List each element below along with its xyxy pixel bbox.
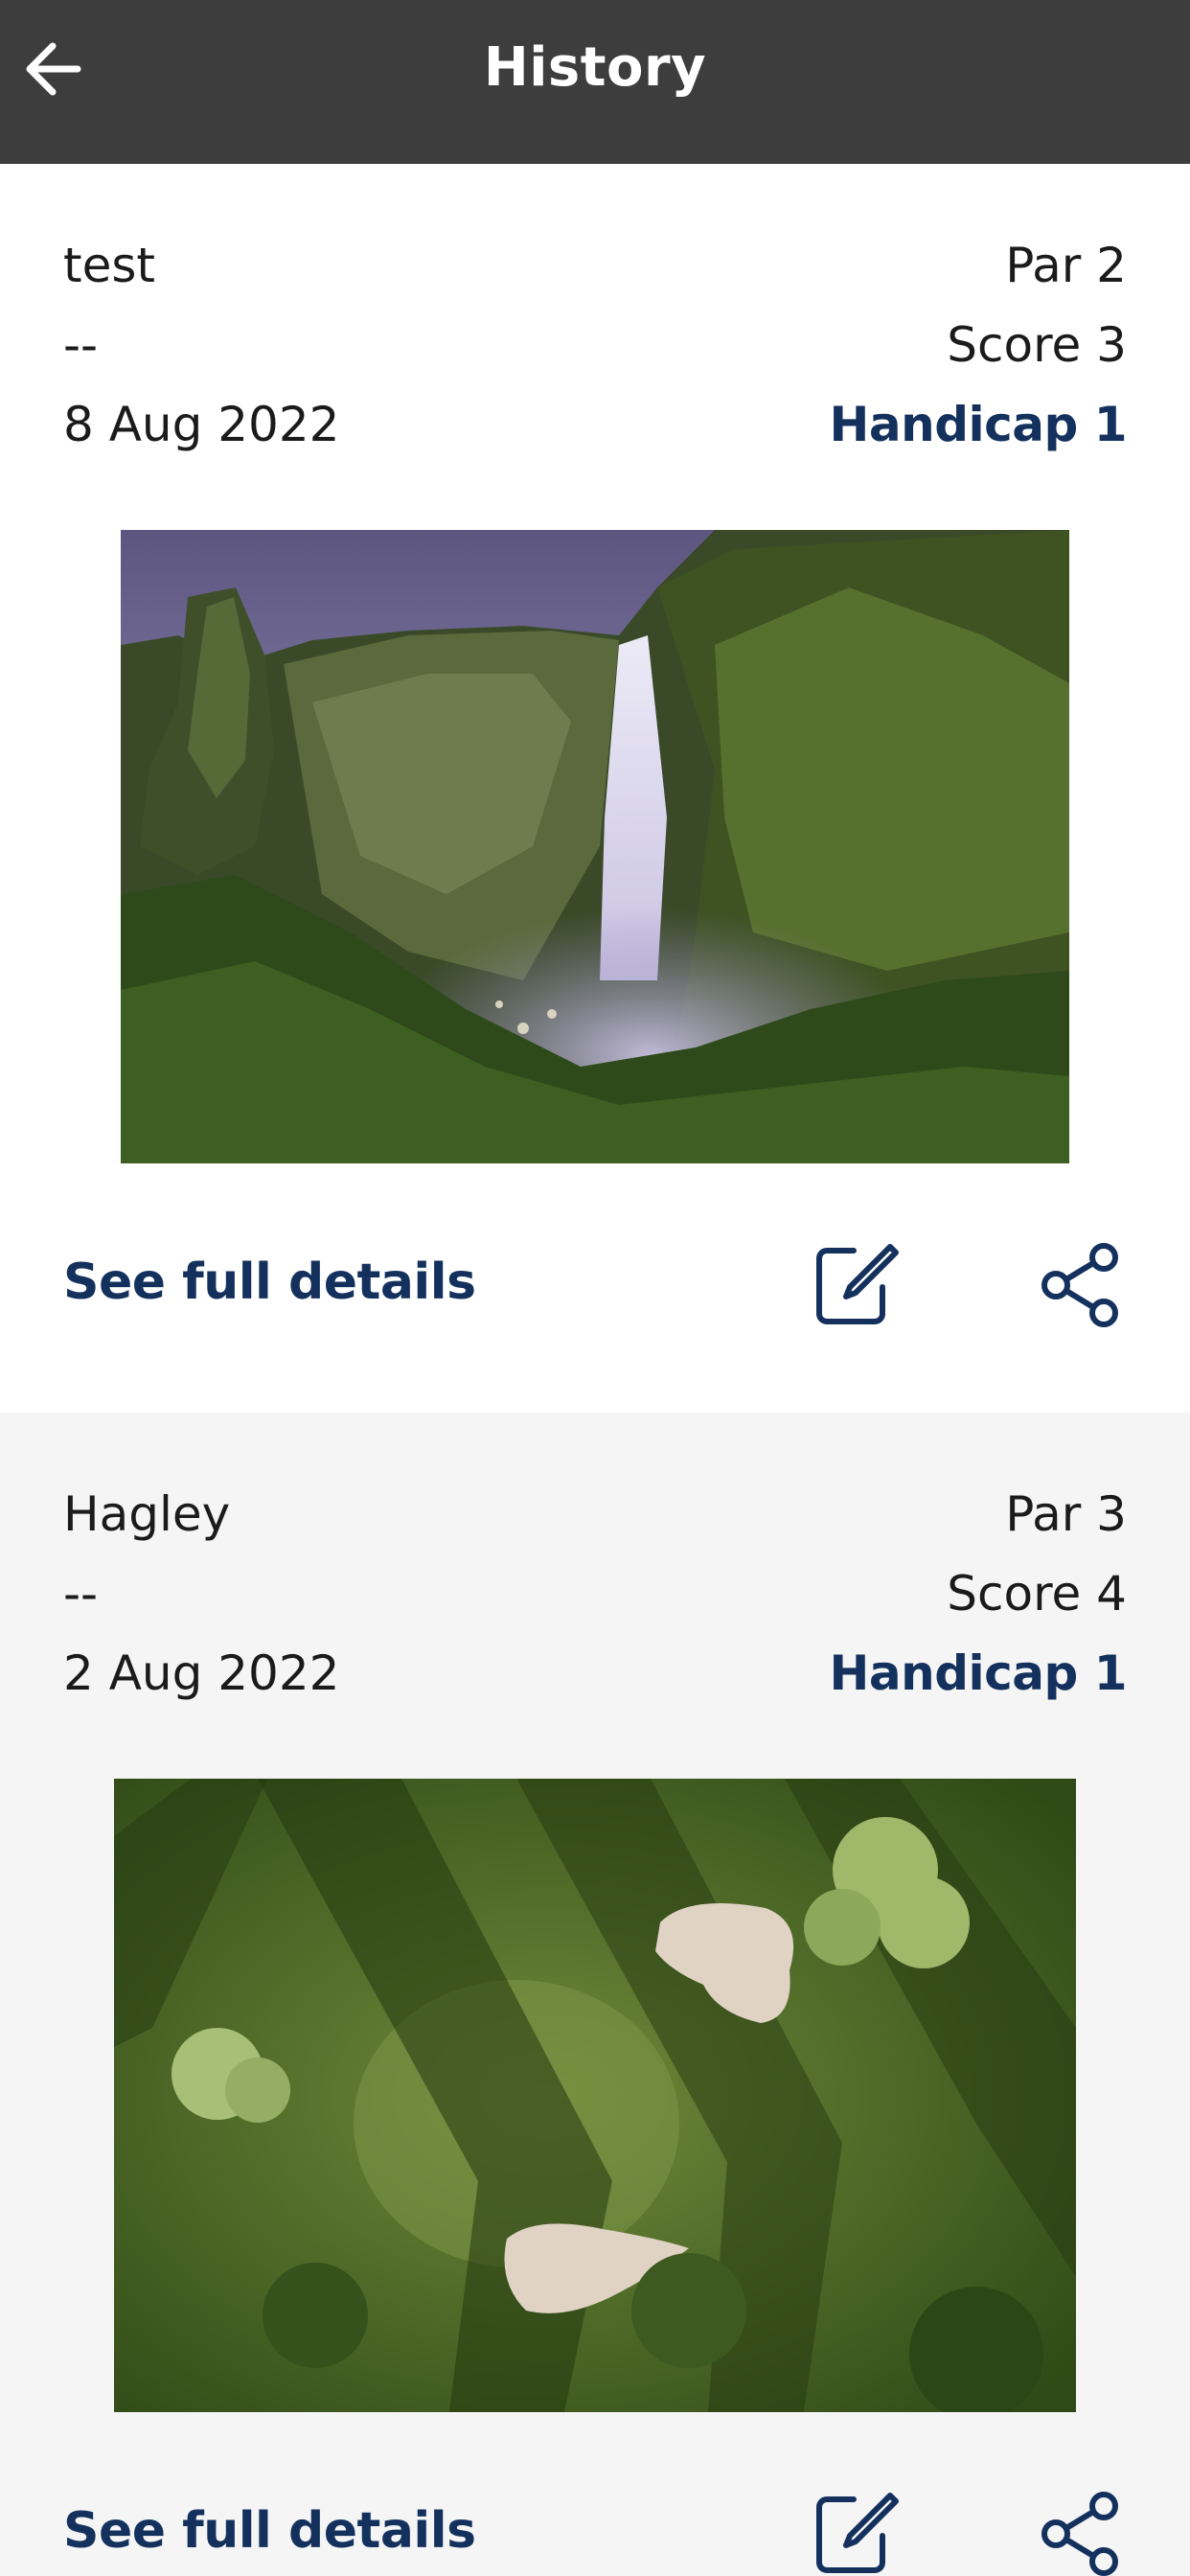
course-photo: [114, 1779, 1076, 2412]
score-value: Score 4: [947, 1566, 1127, 1622]
round-row-3: 8 Aug 2022 Handicap 1: [63, 391, 1128, 458]
history-screen: History test Par 2 -- Score 3 8 Aug 2022…: [0, 0, 1190, 2576]
course-name: Hagley: [63, 1486, 231, 1542]
round-card: Hagley Par 3 -- Score 4 2 Aug 2022 Handi…: [0, 1413, 1190, 2576]
handicap-value: Handicap 1: [829, 1645, 1128, 1701]
handicap-value: Handicap 1: [829, 397, 1128, 452]
share-icon: [1041, 1243, 1118, 1327]
page-title: History: [483, 36, 707, 99]
edit-icon: [816, 1244, 899, 1324]
share-button[interactable]: [1029, 1232, 1134, 1338]
edit-button[interactable]: [803, 2481, 908, 2576]
score-value: Score 3: [947, 317, 1127, 373]
round-row-1: test Par 2: [63, 232, 1127, 299]
course-name: test: [63, 238, 156, 293]
round-subtitle: --: [63, 317, 99, 373]
round-card: test Par 2 -- Score 3 8 Aug 2022 Handica…: [0, 164, 1190, 1413]
round-date: 2 Aug 2022: [63, 1645, 340, 1701]
par-value: Par 2: [1005, 238, 1127, 293]
round-row-2: -- Score 4: [63, 1560, 1127, 1627]
round-subtitle: --: [63, 1566, 99, 1622]
card-actions: See full details: [63, 2481, 1127, 2576]
par-value: Par 3: [1005, 1486, 1127, 1542]
round-row-1: Hagley Par 3: [63, 1481, 1127, 1548]
share-icon: [1041, 2492, 1118, 2576]
see-full-details-link[interactable]: See full details: [63, 2502, 476, 2560]
card-actions: See full details: [63, 1232, 1127, 1338]
round-date: 8 Aug 2022: [63, 397, 340, 452]
see-full-details-link[interactable]: See full details: [63, 1254, 476, 1311]
app-header: History: [0, 0, 1190, 164]
edit-button[interactable]: [803, 1232, 908, 1338]
share-button[interactable]: [1029, 2481, 1134, 2576]
round-row-3: 2 Aug 2022 Handicap 1: [63, 1640, 1128, 1707]
round-row-2: -- Score 3: [63, 311, 1127, 379]
course-photo: [121, 530, 1069, 1163]
edit-icon: [816, 2493, 899, 2573]
